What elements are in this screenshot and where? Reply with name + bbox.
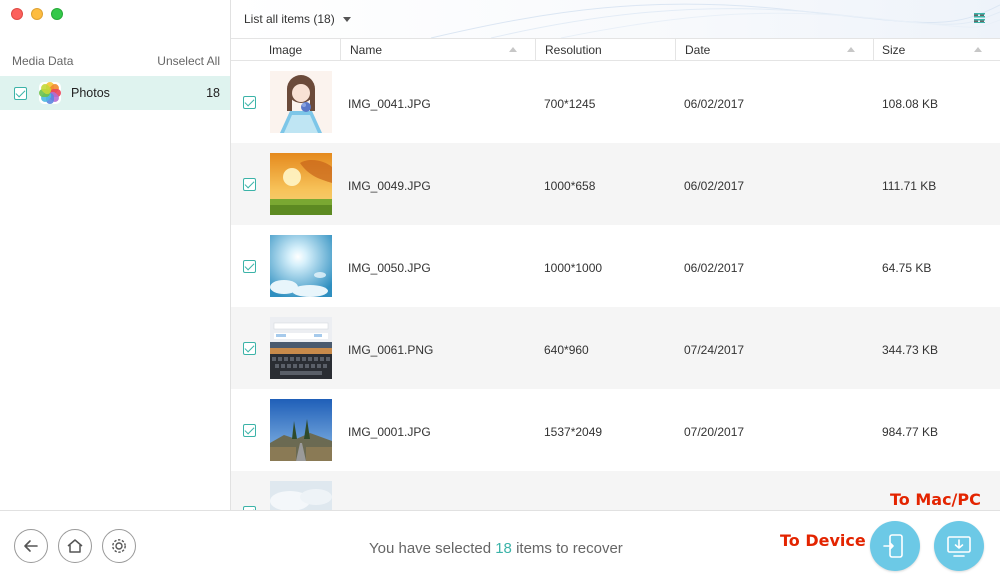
gear-icon xyxy=(112,539,126,553)
file-date: 06/02/2017 xyxy=(684,261,745,275)
file-name: IMG_0001.JPG xyxy=(348,425,431,439)
file-size: 108.08 KB xyxy=(882,97,939,111)
thumbnail-image xyxy=(270,399,332,461)
file-resolution: 1000*1000 xyxy=(544,261,603,275)
zoom-window-button[interactable] xyxy=(51,8,63,20)
column-header-name[interactable]: Name xyxy=(341,39,536,60)
file-date: 07/20/2017 xyxy=(684,425,745,439)
home-button[interactable] xyxy=(58,529,92,563)
table-row[interactable]: IMG_0061.PNG 640*960 07/24/2017 344.73 K… xyxy=(231,307,1000,389)
column-header-label: Date xyxy=(685,42,711,57)
phone-transfer-icon xyxy=(883,534,903,558)
column-header-label: Name xyxy=(350,42,383,57)
file-name: IMG_0049.JPG xyxy=(348,179,431,193)
row-checkbox[interactable] xyxy=(243,260,256,273)
close-window-button[interactable] xyxy=(11,8,23,20)
list-view-icon[interactable] xyxy=(974,13,985,23)
photos-checkbox[interactable] xyxy=(14,86,27,100)
file-name: IMG_0041.JPG xyxy=(348,97,431,111)
file-date: 06/02/2017 xyxy=(684,179,745,193)
table-row[interactable]: IMG_0001.JPG 1537*2049 07/20/2017 984.77… xyxy=(231,389,1000,471)
back-arrow-icon xyxy=(24,540,38,552)
file-size: 111.71 KB xyxy=(882,179,937,193)
thumbnail-image xyxy=(270,153,332,215)
to-device-button[interactable] xyxy=(870,521,920,571)
sort-arrow-icon xyxy=(847,47,855,52)
sort-arrow-icon xyxy=(509,47,517,52)
bottom-bar: You have selected 18 items to recover To… xyxy=(0,490,1000,581)
row-checkbox[interactable] xyxy=(243,178,256,191)
file-name: IMG_0050.JPG xyxy=(348,261,431,275)
file-size: 344.73 KB xyxy=(882,343,939,357)
file-size: 64.75 KB xyxy=(882,261,932,275)
window-controls xyxy=(11,8,63,20)
unselect-all-link[interactable]: Unselect All xyxy=(157,54,220,68)
sort-arrow-icon xyxy=(974,47,982,52)
minimize-window-button[interactable] xyxy=(31,8,43,20)
table-row[interactable]: IMG_0049.JPG 1000*658 06/02/2017 111.71 … xyxy=(231,143,1000,225)
photos-icon xyxy=(39,82,61,104)
file-resolution: 700*1245 xyxy=(544,97,596,111)
table-row[interactable]: IMG_0041.JPG 700*1245 06/02/2017 108.08 … xyxy=(231,61,1000,143)
thumbnail-image xyxy=(270,317,332,379)
sidebar-title: Media Data xyxy=(12,54,74,68)
thumbnail-image xyxy=(270,71,332,133)
row-checkbox[interactable] xyxy=(243,96,256,109)
file-resolution: 640*960 xyxy=(544,343,589,357)
toolbar: List all items (18) xyxy=(231,0,1000,38)
settings-button[interactable] xyxy=(102,529,136,563)
file-date: 07/24/2017 xyxy=(684,343,745,357)
chevron-down-icon xyxy=(342,16,351,22)
column-header-label: Image xyxy=(268,42,303,57)
sidebar-item-photos[interactable]: Photos 18 xyxy=(0,76,230,110)
sidebar-header: Media Data Unselect All xyxy=(12,54,220,68)
to-mac-label: To Mac/PC xyxy=(890,490,981,509)
table-row[interactable]: IMG_0050.JPG 1000*1000 06/02/2017 64.75 … xyxy=(231,225,1000,307)
list-filter-dropdown[interactable]: List all items (18) xyxy=(244,12,351,26)
row-checkbox[interactable] xyxy=(243,424,256,437)
sidebar-item-count: 18 xyxy=(206,86,220,100)
app-window: List all items (18) Media Data Unselect … xyxy=(0,0,1000,581)
column-header-label: Resolution xyxy=(545,42,602,57)
to-mac-button[interactable] xyxy=(934,521,984,571)
selection-status: You have selected 18 items to recover xyxy=(369,540,623,557)
file-resolution: 1537*2049 xyxy=(544,425,603,439)
thumbnail-image xyxy=(270,481,332,510)
back-button[interactable] xyxy=(14,529,48,563)
column-header-resolution[interactable]: Resolution xyxy=(536,39,676,60)
column-header-image: Image xyxy=(231,39,341,60)
file-date: 06/02/2017 xyxy=(684,97,745,111)
column-header-date[interactable]: Date xyxy=(676,39,874,60)
column-header-label: Size xyxy=(882,42,906,57)
file-table: IMG_0041.JPG 700*1245 06/02/2017 108.08 … xyxy=(231,61,1000,510)
table-header: Image Name Resolution Date Size xyxy=(231,38,1000,61)
list-filter-label: List all items (18) xyxy=(244,12,335,26)
thumbnail-image xyxy=(270,235,332,297)
row-checkbox[interactable] xyxy=(243,342,256,355)
status-suffix: items to recover xyxy=(516,540,623,557)
status-prefix: You have selected xyxy=(369,540,492,557)
file-name: IMG_0061.PNG xyxy=(348,343,434,357)
to-device-label: To Device xyxy=(780,531,866,550)
file-size: 984.77 KB xyxy=(882,425,939,439)
computer-download-icon xyxy=(947,536,971,557)
file-resolution: 1000*658 xyxy=(544,179,596,193)
sidebar-item-label: Photos xyxy=(71,86,110,100)
column-header-size[interactable]: Size xyxy=(874,39,1000,60)
home-icon xyxy=(67,539,83,553)
table-row[interactable] xyxy=(231,471,1000,510)
selected-count: 18 xyxy=(495,540,512,557)
sidebar: Media Data Unselect All Photos 18 xyxy=(0,0,231,510)
